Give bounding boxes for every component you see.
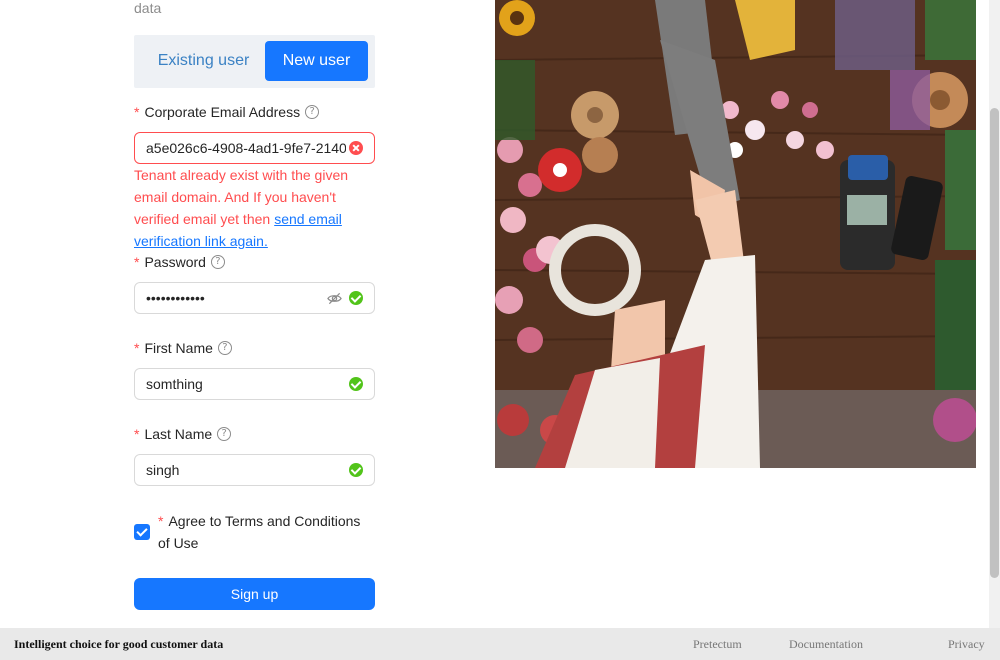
success-icon (349, 463, 363, 477)
password-field[interactable]: •••••••••••• (134, 282, 375, 314)
last-name-label: Last Name (144, 426, 213, 442)
required-mark: * (134, 426, 140, 442)
required-mark: * (134, 340, 140, 356)
error-icon (349, 141, 363, 155)
existing-user-tab[interactable]: Existing user (140, 41, 267, 81)
footer-tagline: Intelligent choice for good customer dat… (14, 637, 224, 651)
form-description-fragment: data (134, 0, 162, 16)
last-name-field[interactable] (134, 454, 375, 486)
hero-photo (495, 0, 976, 468)
required-mark: * (134, 254, 140, 270)
email-label-row: * Corporate Email Address ? (134, 104, 320, 120)
terms-checkbox[interactable] (134, 524, 150, 540)
email-error-message: Tenant already exist with the given emai… (134, 164, 374, 252)
first-name-label-row: * First Name ? (134, 340, 232, 356)
email-field[interactable] (134, 132, 375, 164)
eye-invisible-icon[interactable] (327, 291, 342, 306)
last-name-label-row: * Last Name ? (134, 426, 232, 442)
help-icon[interactable]: ? (210, 255, 225, 269)
password-label: Password (144, 254, 206, 270)
password-label-row: * Password ? (134, 254, 225, 270)
help-icon[interactable]: ? (217, 341, 232, 355)
first-name-input[interactable] (146, 369, 346, 399)
sign-up-button[interactable]: Sign up (134, 578, 375, 610)
success-icon (349, 291, 363, 305)
first-name-label: First Name (144, 340, 213, 356)
terms-label: * Agree to Terms and Conditions of Use (158, 510, 373, 554)
footer-link-pretectum[interactable]: Pretectum (693, 637, 742, 652)
footer-link-documentation[interactable]: Documentation (789, 637, 863, 652)
help-icon[interactable]: ? (305, 105, 320, 119)
required-mark: * (158, 513, 164, 529)
first-name-field[interactable] (134, 368, 375, 400)
email-input[interactable] (146, 133, 346, 163)
footer: Intelligent choice for good customer dat… (0, 628, 1000, 660)
footer-link-privacy[interactable]: Privacy (948, 637, 985, 652)
user-type-toggle: Existing user New user (134, 35, 375, 88)
email-label: Corporate Email Address (144, 104, 301, 120)
password-input[interactable]: •••••••••••• (146, 283, 316, 313)
scrollbar-thumb[interactable] (990, 108, 999, 578)
required-mark: * (134, 104, 140, 120)
terms-text: Agree to Terms and Conditions of Use (158, 513, 361, 551)
last-name-input[interactable] (146, 455, 346, 485)
success-icon (349, 377, 363, 391)
help-icon[interactable]: ? (217, 427, 232, 441)
new-user-tab[interactable]: New user (265, 41, 368, 81)
